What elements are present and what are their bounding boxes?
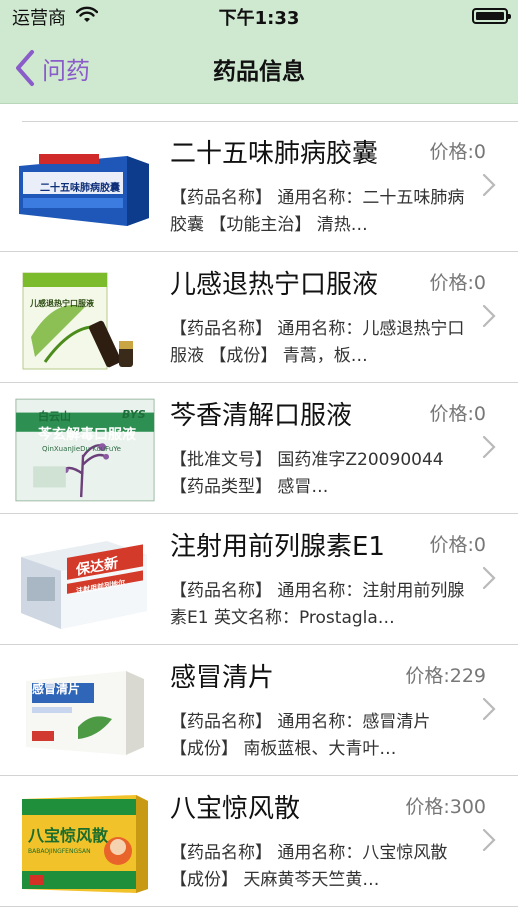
drug-name: 注射用前列腺素E1 <box>170 532 385 562</box>
page-title: 药品信息 <box>213 59 305 85</box>
drug-image: 二十五味肺病胶囊 <box>14 133 156 243</box>
package-label: 八宝惊风散 <box>28 826 109 845</box>
drug-image: 白云山 BYS 芩玄解毒口服液 QinXuanJieDu KouFuYe <box>14 395 156 505</box>
drug-price: 价格:0 <box>429 534 487 556</box>
drug-description: 【药品名称】 通用名称：感冒清片 【成份】 南板蓝根、大青叶… <box>170 712 431 759</box>
drug-list-item[interactable]: 八宝惊风散 BABAOJINGFENGSAN 八宝惊风散 价格:300 【药品名… <box>0 776 518 907</box>
drug-description: 【药品名称】 通用名称：儿感退热宁口服液 【成份】 青蒿，板… <box>170 319 465 366</box>
status-bar: 运营商 下午1:33 <box>0 0 518 34</box>
package-pinyin: BABAOJINGFENGSAN <box>28 848 91 855</box>
drug-name: 二十五味肺病胶囊 <box>170 139 379 169</box>
drug-list-item[interactable]: 感冒清片 感冒清片 价格:229 【药品名称】 通用名称：感冒清片 【成份】 南… <box>0 645 518 776</box>
drug-list-item[interactable]: 儿感退热宁口服液 儿感退热宁口服液 价格:0 【药品名称】 通用名称：儿感退热宁… <box>0 252 518 383</box>
package-label: 儿感退热宁口服液 <box>30 299 94 308</box>
package-label: 芩玄解毒口服液 <box>38 427 136 443</box>
chevron-right-icon[interactable] <box>482 435 496 459</box>
drug-description: 【药品名称】 通用名称：八宝惊风散 【成份】 天麻黄芩天竺黄… <box>170 843 448 890</box>
drug-description: 【批准文号】 国药准字Z20090044 【药品类型】 感冒… <box>170 450 444 497</box>
drug-name: 儿感退热宁口服液 <box>170 270 379 300</box>
drug-list-item[interactable]: 白云山 BYS 芩玄解毒口服液 QinXuanJieDu KouFuYe 芩香清… <box>0 383 518 514</box>
package-label: 感冒清片 <box>32 682 81 696</box>
drug-list-item[interactable]: 二十五味肺病胶囊 二十五味肺病胶囊 价格:0 【药品名称】 通用名称：二十五味肺… <box>0 121 518 252</box>
drug-list-item[interactable]: 保达新 注射用前列地尔 注射用前列腺素E1 价格:0 【药品名称】 通用名称：注… <box>0 514 518 645</box>
chevron-right-icon[interactable] <box>482 566 496 590</box>
drug-description: 【药品名称】 通用名称：二十五味肺病胶囊 【功能主治】 清热… <box>170 188 465 235</box>
medicine-box-image <box>22 272 133 370</box>
chevron-right-icon[interactable] <box>482 828 496 852</box>
drug-price: 价格:0 <box>429 403 487 425</box>
battery-icon <box>472 8 511 24</box>
drug-description: 【药品名称】 通用名称：注射用前列腺素E1 英文名称：Prostagla… <box>170 581 465 628</box>
package-brand-logo: BYS <box>122 408 146 421</box>
drug-price: 价格:229 <box>405 665 486 687</box>
drug-image: 八宝惊风散 BABAOJINGFENGSAN <box>14 788 156 898</box>
package-brand: 白云山 <box>38 410 71 423</box>
drug-image: 感冒清片 <box>14 657 156 767</box>
chevron-right-icon[interactable] <box>482 173 496 197</box>
drug-price: 价格:0 <box>429 272 487 294</box>
chevron-right-icon[interactable] <box>482 304 496 328</box>
drug-name: 芩香清解口服液 <box>170 401 353 431</box>
drug-name: 感冒清片 <box>170 663 275 693</box>
package-pinyin: QinXuanJieDu KouFuYe <box>42 445 121 453</box>
package-label: 二十五味肺病胶囊 <box>40 183 120 194</box>
drug-list: 二十五味肺病胶囊 二十五味肺病胶囊 价格:0 【药品名称】 通用名称：二十五味肺… <box>0 121 518 907</box>
drug-name: 八宝惊风散 <box>170 794 301 824</box>
drug-image: 儿感退热宁口服液 <box>14 264 156 374</box>
medicine-box-image <box>21 541 147 629</box>
drug-price: 价格:300 <box>405 796 486 818</box>
drug-price: 价格:0 <box>429 141 487 163</box>
status-time: 下午1:33 <box>218 8 300 29</box>
navigation-bar: 问药 药品信息 <box>0 34 518 104</box>
drug-image: 保达新 注射用前列地尔 <box>14 526 156 636</box>
app-header: 运营商 下午1:33 问药 药品信息 <box>0 0 518 104</box>
chevron-right-icon[interactable] <box>482 697 496 721</box>
